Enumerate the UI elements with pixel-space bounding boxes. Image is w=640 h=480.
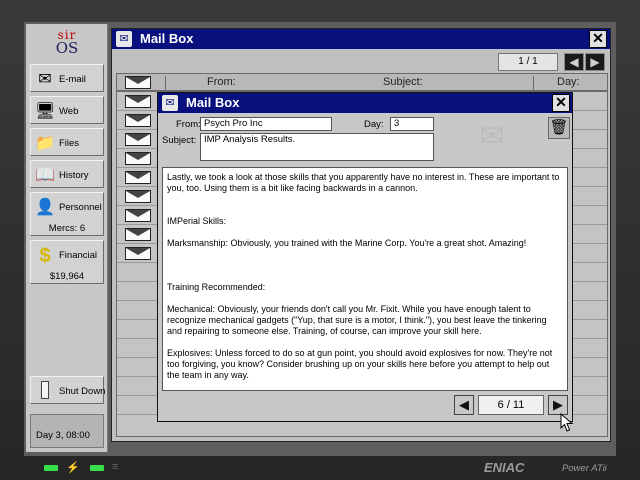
mail-pager: ◀ 6 / 11 ▶ [454, 395, 570, 417]
sidebar-item-label: E-mail [59, 74, 86, 85]
day-time: Day 3, 08:00 [36, 430, 90, 441]
mailbox-next-button[interactable]: ▶ [585, 53, 605, 71]
body-paragraph: Training Recommended: [167, 282, 266, 292]
subject-field: IMP Analysis Results. [200, 133, 434, 161]
drive-icon: ≡ [112, 461, 119, 473]
envelope-icon [125, 152, 151, 165]
web-icon: 🖥 [35, 103, 56, 120]
sidebar-item-files[interactable]: 📁 Files [30, 128, 104, 156]
folder-icon: 📁 [35, 135, 55, 152]
col-subject[interactable]: Subject: [383, 76, 423, 88]
mail-viewer-titlebar: ✉ Mail Box ✕ [158, 93, 572, 113]
mail-next-page-button[interactable]: ▶ [548, 395, 568, 415]
mail-icon: ✉ [38, 71, 52, 88]
col-day[interactable]: Day: [557, 76, 580, 88]
subject-label: Subject: [162, 135, 197, 146]
mailbox-icon: ✉ [162, 95, 178, 111]
bolt-icon: ⚡ [66, 462, 80, 474]
mailbox-title: Mail Box [140, 31, 194, 46]
mail-viewer-title: Mail Box [186, 95, 240, 110]
sidebar-item-history[interactable]: 📖 History [30, 160, 104, 188]
mail-list-header: From: Subject: Day: [116, 73, 608, 92]
balance: $19,964 [49, 271, 85, 282]
close-mail-button[interactable]: ✕ [552, 94, 570, 112]
col-divider [533, 76, 534, 92]
from-field: Psych Pro Inc [200, 117, 332, 131]
sidebar-item-label: Web [59, 106, 79, 117]
mail-body: Lastly, we took a look at those skills t… [162, 167, 568, 391]
dollar-icon: $ [39, 245, 51, 267]
monitor-bottom-bar: ⚡ ≡ ENIAC Power ATii [0, 456, 640, 480]
sidebar-item-financial[interactable]: $ Financial $19,964 [30, 240, 104, 284]
envelope-icon [125, 171, 151, 184]
mail-page-indicator: 6 / 11 [478, 395, 544, 415]
logo-bottom: OS [55, 39, 79, 57]
sidebar-item-label: Shut Down [59, 386, 106, 397]
envelope-icon [125, 228, 151, 241]
envelope-icon [125, 95, 151, 108]
mail-viewer-window: ✉ Mail Box ✕ ✉ From: Psych Pro Inc Day: … [157, 92, 573, 422]
body-paragraph: IMPerial Skills: [167, 216, 227, 226]
col-divider [165, 76, 166, 92]
mailbox-icon: ✉ [116, 31, 132, 47]
day-label: Day: [364, 119, 384, 130]
mailbox-page-indicator: 1 / 1 [498, 53, 558, 71]
stamp-watermark-icon: ✉ [479, 120, 505, 153]
body-paragraph: Explosives: Unless forced to do so at gu… [167, 348, 553, 380]
brand-model: Power ATii [562, 463, 607, 474]
sidebar-item-label: Financial [59, 250, 98, 261]
envelope-icon [125, 190, 151, 203]
sidebar-item-label: Files [59, 138, 80, 149]
book-icon: 📖 [35, 167, 55, 184]
trash-icon[interactable]: 🗑 [548, 117, 570, 139]
sidebar-item-label: History [59, 170, 89, 181]
person-icon: 👤 [35, 199, 55, 216]
envelope-icon [125, 133, 151, 146]
day-field: 3 [390, 117, 434, 131]
body-paragraph: Lastly, we took a look at those skills t… [167, 172, 560, 193]
sidebar: sir OS ✉ E-mail 🖥 Web 📁 Files 📖 History … [26, 24, 108, 452]
disk-led-icon [90, 465, 104, 471]
close-mailbox-button[interactable]: ✕ [589, 30, 607, 48]
envelope-icon [125, 209, 151, 222]
siros-logo: sir OS [26, 24, 108, 60]
sidebar-item-web[interactable]: 🖥 Web [30, 96, 104, 124]
envelope-icon [125, 114, 151, 127]
sidebar-item-email[interactable]: ✉ E-mail [30, 64, 104, 92]
mercs-count: Mercs: 6 [48, 223, 86, 234]
from-label: From: [176, 119, 201, 130]
envelope-icon [125, 247, 151, 260]
col-from[interactable]: From: [207, 76, 236, 88]
brand-name: ENIAC [484, 460, 525, 475]
power-icon [41, 381, 49, 399]
body-paragraph: Mechanical: Obviously, your friends don'… [167, 304, 547, 336]
power-led-icon [44, 465, 58, 471]
day-time-display: Day 3, 08:00 [30, 414, 104, 448]
body-paragraph: Marksmanship: Obviously, you trained wit… [167, 238, 527, 248]
shut-down-button[interactable]: Shut Down [30, 376, 106, 404]
sidebar-item-label: Personnel [59, 202, 102, 213]
mail-prev-page-button[interactable]: ◀ [454, 395, 474, 415]
mailbox-titlebar: ✉ Mail Box ✕ [112, 29, 610, 49]
sidebar-item-personnel[interactable]: 👤 Personnel Mercs: 6 [30, 192, 104, 236]
mouse-cursor-icon [560, 413, 574, 432]
envelope-header-icon [125, 76, 151, 89]
mailbox-prev-button[interactable]: ◀ [564, 53, 584, 71]
